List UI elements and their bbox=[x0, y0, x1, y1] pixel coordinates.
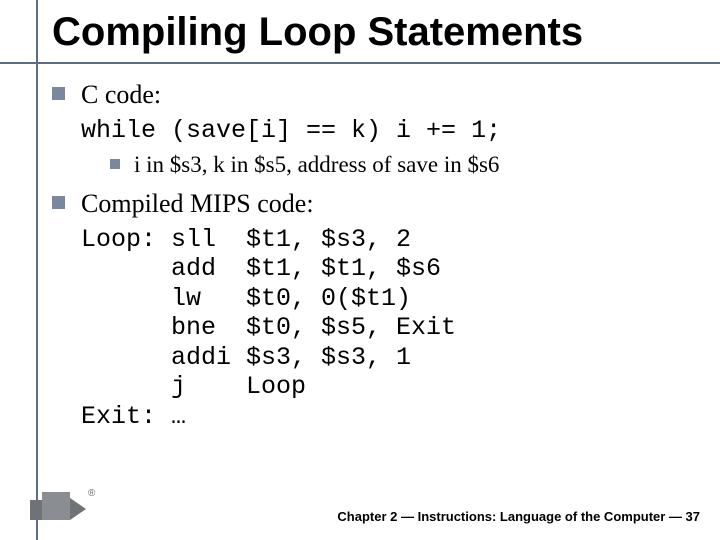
square-bullet-icon bbox=[110, 159, 120, 169]
slide-title: Compiling Loop Statements bbox=[52, 10, 583, 55]
square-bullet-icon bbox=[52, 87, 65, 100]
c-code-block: while (save[i] == k) i += 1; bbox=[81, 116, 690, 146]
slide-footer: Chapter 2 — Instructions: Language of th… bbox=[337, 509, 700, 524]
vertical-rule bbox=[36, 0, 38, 540]
sub-bullet-label: i in $s3, k in $s5, address of save in $… bbox=[134, 151, 499, 179]
slide-content: C code: while (save[i] == k) i += 1; i i… bbox=[52, 78, 690, 431]
bullet-label: C code: bbox=[81, 78, 161, 112]
horizontal-rule bbox=[0, 62, 720, 64]
bullet-label: Compiled MIPS code: bbox=[81, 187, 314, 221]
sub-bullet-registers: i in $s3, k in $s5, address of save in $… bbox=[110, 151, 690, 179]
publisher-logo: ® bbox=[30, 492, 100, 528]
mips-code-block: Loop: sll $t1, $s3, 2 add $t1, $t1, $s6 … bbox=[81, 225, 690, 432]
bullet-c-code: C code: bbox=[52, 78, 690, 112]
square-bullet-icon bbox=[52, 196, 65, 209]
bullet-mips-code: Compiled MIPS code: bbox=[52, 187, 690, 221]
